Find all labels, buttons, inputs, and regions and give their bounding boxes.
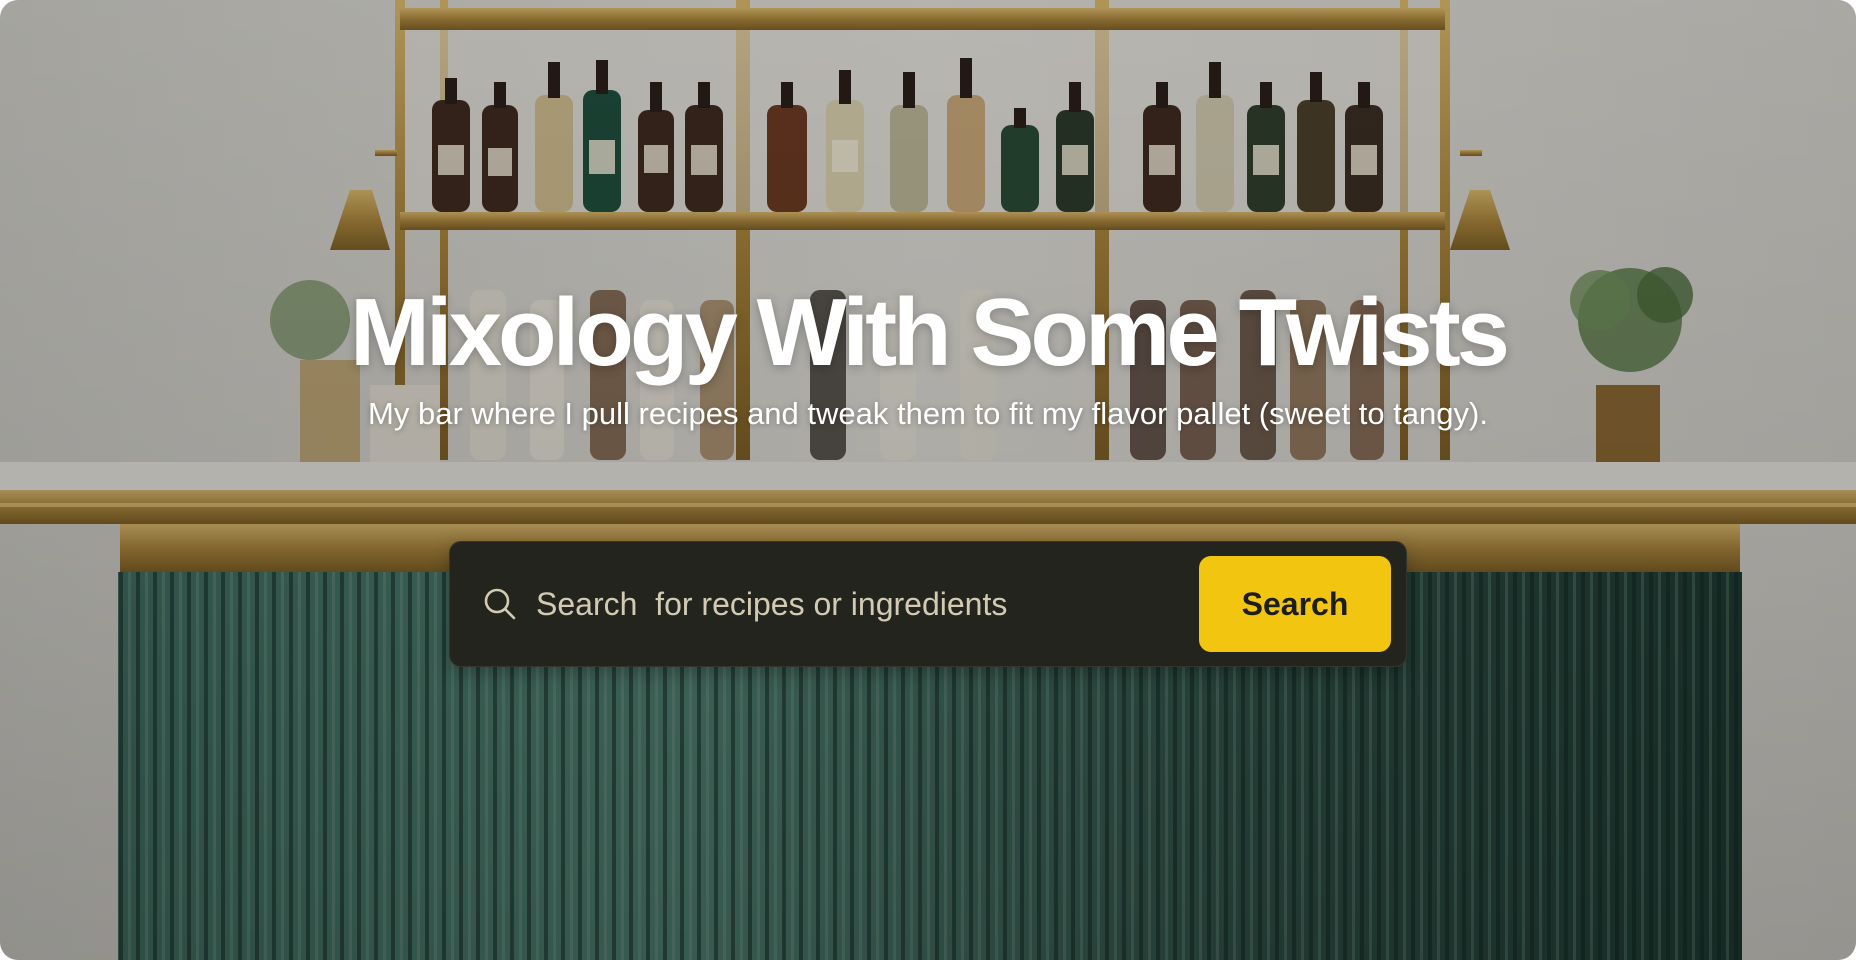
page-title: Mixology With Some Twists — [349, 279, 1510, 386]
hero-section: Mixology With Some Twists My bar where I… — [0, 0, 1856, 960]
page-subtitle: My bar where I pull recipes and tweak th… — [368, 396, 1488, 431]
search-input[interactable] — [536, 542, 1199, 666]
hero-content: Mixology With Some Twists My bar where I… — [0, 0, 1856, 434]
search-bar: Search — [449, 541, 1407, 667]
search-icon — [480, 584, 520, 624]
search-button[interactable]: Search — [1199, 556, 1391, 652]
